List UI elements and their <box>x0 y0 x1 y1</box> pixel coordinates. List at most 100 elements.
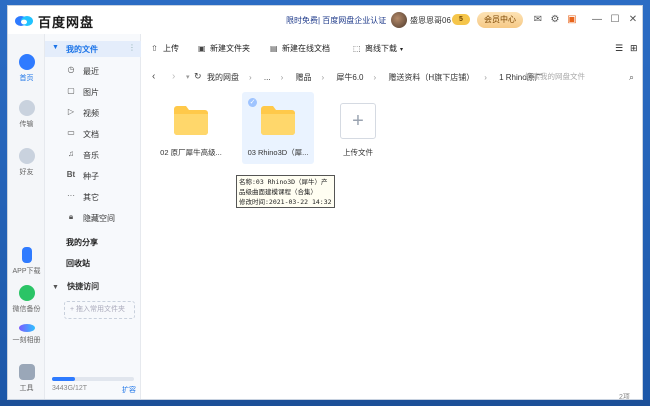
breadcrumb-separator: › <box>373 73 377 82</box>
minimize-icon[interactable]: — <box>591 14 603 26</box>
nav-label: 其它 <box>83 193 99 202</box>
file-tooltip: 名称:03 Rhino3D（犀牛）产 品级曲面建模课程（合集） 修改时间:202… <box>236 175 335 208</box>
checkmark-icon[interactable]: ✓ <box>248 98 257 107</box>
download-icon: ⬚ <box>353 44 361 53</box>
album-icon <box>18 324 35 332</box>
breadcrumb-item[interactable]: 我的网盘 <box>207 73 239 82</box>
storage-quota-text: 3443G/12T <box>52 385 88 392</box>
tools-icon <box>18 364 35 380</box>
image-icon: ▢ <box>67 86 75 95</box>
close-icon[interactable]: ✕ <box>627 14 639 26</box>
vip-center-button[interactable]: 会员中心 <box>477 12 523 28</box>
gift-icon[interactable]: ▣ <box>566 14 578 26</box>
phone-icon <box>21 247 32 263</box>
rail-item-tools[interactable]: 工具 <box>8 364 45 393</box>
breadcrumb-item[interactable]: ... <box>264 73 271 82</box>
item-count: 2项 <box>619 394 630 400</box>
offline-download-button[interactable]: ⬚ 离线下载 ▾ <box>353 43 403 55</box>
address-bar: ‹ › ▾ ↻ 我的网盘 › ... › 赠品 › 犀牛6.0 › 赠送资料（H旗下店铺… <box>141 66 642 88</box>
nav-item-recent[interactable]: ◷ 最近 <box>45 61 141 79</box>
breadcrumb-item[interactable]: 赠送资料（H旗下店铺） <box>388 73 474 82</box>
nav-label: 音乐 <box>83 151 99 160</box>
caret-down-icon: ▼ <box>52 44 59 51</box>
title-bar: 百度网盘 限时免费| 百度网盘企业认证 盛恩恩哥06 5 会员中心 ✉ ⚙ ▣ … <box>8 6 642 34</box>
nav-item-docs[interactable]: ▭ 文档 <box>45 124 141 142</box>
rail-label: 一刻相册 <box>12 337 41 344</box>
more-icon[interactable]: ⋮ <box>128 43 136 52</box>
lock-icon: 🔒︎ <box>68 212 74 221</box>
file-name: 02 原厂犀牛高级... <box>160 148 222 157</box>
nav-recycle-bin[interactable]: 回收站 <box>66 258 90 269</box>
search-placeholder: 搜索我的网盘文件 <box>525 72 585 81</box>
quick-access-drop-zone[interactable]: + 拖入常用文件夹 <box>64 301 135 319</box>
rail-label: 微信备份 <box>12 306 41 313</box>
new-online-doc-button[interactable]: ▤ 新建在线文档 <box>270 43 330 55</box>
breadcrumb-separator: › <box>280 73 284 82</box>
new-online-doc-label: 新建在线文档 <box>282 44 330 53</box>
upload-label: 上传 <box>163 44 179 53</box>
folder-item-selected[interactable]: ✓ 03 Rhino3D（犀... <box>242 92 314 164</box>
rail-label: 好友 <box>19 169 34 176</box>
baidu-netdisk-logo-icon <box>15 16 33 26</box>
file-name: 03 Rhino3D（犀... <box>247 148 309 157</box>
expand-storage-link[interactable]: 扩容 <box>122 385 136 395</box>
rail-label: 工具 <box>19 385 34 392</box>
username[interactable]: 盛恩恩哥06 <box>410 15 451 26</box>
storage-quota-fill <box>52 377 75 381</box>
app-title: 百度网盘 <box>38 15 95 30</box>
avatar[interactable] <box>391 12 407 28</box>
breadcrumb: 我的网盘 › ... › 赠品 › 犀牛6.0 › 赠送资料（H旗下店铺） › 1 Rhi… <box>207 72 553 83</box>
rail-item-friends[interactable]: 好友 <box>8 148 45 177</box>
back-arrow-icon[interactable]: ‹ <box>152 71 155 82</box>
cloud-icon <box>18 54 35 70</box>
rail-label: 传输 <box>19 121 34 128</box>
my-files-label: 我的文件 <box>66 45 98 54</box>
breadcrumb-item[interactable]: 赠品 <box>295 73 311 82</box>
forward-arrow-icon[interactable]: › <box>172 71 175 82</box>
upload-icon: ⇧ <box>151 44 158 53</box>
nav-label: 图片 <box>83 88 99 97</box>
new-folder-button[interactable]: ▣ 新建文件夹 <box>198 43 250 55</box>
rail-item-app-download[interactable]: APP下载 <box>8 247 45 276</box>
quick-access-header[interactable]: ▼ 快捷访问 <box>52 281 99 292</box>
rail-item-home[interactable]: 首页 <box>8 54 45 83</box>
tooltip-line: 品级曲面建模课程（合集） <box>239 188 317 196</box>
rail-item-transfer[interactable]: 传输 <box>8 100 45 129</box>
nav-my-share[interactable]: 我的分享 <box>66 237 98 248</box>
search-input[interactable]: 搜索我的网盘文件 ⌕ <box>525 70 637 84</box>
enterprise-promo-link[interactable]: 限时免费| 百度网盘企业认证 <box>286 15 386 26</box>
storage-quota-bar <box>52 377 134 381</box>
other-icon: ··· <box>67 191 75 200</box>
nav-item-torrents[interactable]: Bt 种子 <box>45 166 141 184</box>
refresh-icon[interactable]: ↻ <box>194 71 202 82</box>
breadcrumb-item[interactable]: 犀牛6.0 <box>336 73 363 82</box>
upload-file-tile[interactable]: + 上传文件 <box>322 92 394 164</box>
rail-item-album[interactable]: 一刻相册 <box>8 320 45 345</box>
nav-item-hidden-space[interactable]: 🔒︎ 隐藏空间 <box>45 208 141 226</box>
nav-item-images[interactable]: ▢ 图片 <box>45 82 141 100</box>
folder-icon <box>261 106 295 135</box>
caret-down-icon: ▼ <box>52 284 59 291</box>
rail-item-wechat-backup[interactable]: 微信备份 <box>8 285 45 314</box>
mail-icon[interactable]: ✉ <box>532 14 544 26</box>
video-icon: ▷ <box>67 107 75 116</box>
my-files-header[interactable]: ▼ 我的文件 ⋮ <box>45 41 141 57</box>
breadcrumb-separator: › <box>321 73 325 82</box>
nav-item-videos[interactable]: ▷ 视频 <box>45 103 141 121</box>
music-icon: ♫ <box>68 149 74 158</box>
view-toggle-icon[interactable]: ⊞ <box>630 43 638 55</box>
desktop-background-left <box>0 0 7 406</box>
sort-icon[interactable]: ☰ <box>615 43 623 55</box>
new-folder-icon: ▣ <box>198 44 206 53</box>
folder-item[interactable]: 02 原厂犀牛高级... <box>155 92 227 164</box>
breadcrumb-separator: › <box>249 73 252 82</box>
maximize-icon[interactable]: ☐ <box>609 14 621 26</box>
nav-label: 文档 <box>83 130 99 139</box>
settings-gear-icon[interactable]: ⚙ <box>549 14 561 26</box>
upload-button[interactable]: ⇧ 上传 <box>151 43 179 55</box>
nav-item-other[interactable]: ··· 其它 <box>45 187 141 205</box>
chevron-down-icon[interactable]: ▾ <box>186 73 190 81</box>
tooltip-line: 修改时间:2021-03-22 14:32 <box>239 198 332 206</box>
search-icon[interactable]: ⌕ <box>629 70 634 84</box>
nav-item-music[interactable]: ♫ 音乐 <box>45 145 141 163</box>
